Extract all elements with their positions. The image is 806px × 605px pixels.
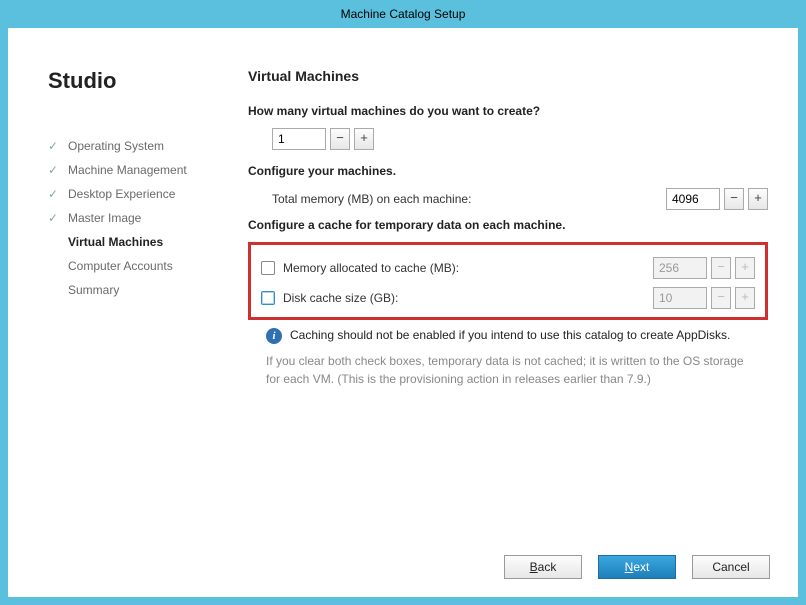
next-button[interactable]: Next [598, 555, 676, 579]
hint-text: If you clear both check boxes, temporary… [266, 352, 756, 388]
body-area: Studio ✓ Operating System ✓ Machine Mana… [8, 28, 798, 549]
cache-memory-input [653, 257, 707, 279]
step-desktop-experience[interactable]: ✓ Desktop Experience [48, 182, 218, 206]
back-button[interactable]: Back [504, 555, 582, 579]
vm-count-row: − + [248, 128, 768, 150]
memory-increment[interactable]: + [748, 188, 768, 210]
cache-disk-decrement: − [711, 287, 731, 309]
main-panel: Virtual Machines How many virtual machin… [218, 28, 798, 549]
titlebar: Machine Catalog Setup [0, 0, 806, 28]
step-master-image[interactable]: ✓ Master Image [48, 206, 218, 230]
dialog-window: Machine Catalog Setup Studio ✓ Operating… [0, 0, 806, 605]
content-frame: Studio ✓ Operating System ✓ Machine Mana… [8, 28, 798, 597]
memory-input[interactable] [666, 188, 720, 210]
cache-disk-input [653, 287, 707, 309]
cache-highlight-box: Memory allocated to cache (MB): − + Disk… [248, 242, 768, 320]
cancel-button[interactable]: Cancel [692, 555, 770, 579]
cache-memory-label: Memory allocated to cache (MB): [283, 261, 459, 275]
cache-memory-stepper: − + [653, 257, 755, 279]
memory-stepper: − + [666, 188, 768, 210]
configure-label: Configure your machines. [248, 164, 768, 178]
window-title: Machine Catalog Setup [341, 7, 466, 21]
wizard-sidebar: Studio ✓ Operating System ✓ Machine Mana… [8, 28, 218, 549]
step-label: Desktop Experience [68, 187, 175, 201]
check-icon: ✓ [48, 139, 62, 153]
step-label: Machine Management [68, 163, 187, 177]
cache-memory-row: Memory allocated to cache (MB): − + [261, 253, 755, 283]
cache-disk-label: Disk cache size (GB): [283, 291, 398, 305]
check-icon: ✓ [48, 187, 62, 201]
step-label: Computer Accounts [68, 259, 173, 273]
memory-row: Total memory (MB) on each machine: − + [248, 188, 768, 210]
vm-count-input[interactable] [272, 128, 326, 150]
step-label: Master Image [68, 211, 141, 225]
step-summary[interactable]: Summary [48, 278, 218, 302]
cache-disk-stepper: − + [653, 287, 755, 309]
cache-disk-increment: + [735, 287, 755, 309]
step-label: Operating System [68, 139, 164, 153]
check-icon: ✓ [48, 163, 62, 177]
info-line: i Caching should not be enabled if you i… [266, 328, 768, 344]
info-icon: i [266, 328, 282, 344]
step-label: Virtual Machines [68, 235, 163, 249]
cache-memory-increment: + [735, 257, 755, 279]
cache-memory-decrement: − [711, 257, 731, 279]
vm-count-stepper: − + [272, 128, 374, 150]
button-row: Back Next Cancel [8, 549, 798, 597]
vm-count-question: How many virtual machines do you want to… [248, 104, 768, 118]
cache-disk-checkbox[interactable] [261, 291, 275, 305]
cache-section-label: Configure a cache for temporary data on … [248, 218, 768, 232]
memory-label: Total memory (MB) on each machine: [272, 192, 666, 206]
sidebar-title: Studio [48, 68, 218, 94]
memory-decrement[interactable]: − [724, 188, 744, 210]
step-label: Summary [68, 283, 119, 297]
cache-memory-checkbox[interactable] [261, 261, 275, 275]
step-computer-accounts[interactable]: Computer Accounts [48, 254, 218, 278]
cache-disk-row: Disk cache size (GB): − + [261, 283, 755, 313]
check-icon: ✓ [48, 211, 62, 225]
step-operating-system[interactable]: ✓ Operating System [48, 134, 218, 158]
page-title: Virtual Machines [248, 68, 768, 84]
info-text: Caching should not be enabled if you int… [290, 328, 730, 342]
vm-count-increment[interactable]: + [354, 128, 374, 150]
step-machine-management[interactable]: ✓ Machine Management [48, 158, 218, 182]
step-virtual-machines[interactable]: Virtual Machines [48, 230, 218, 254]
vm-count-decrement[interactable]: − [330, 128, 350, 150]
wizard-steps: ✓ Operating System ✓ Machine Management … [48, 134, 218, 302]
